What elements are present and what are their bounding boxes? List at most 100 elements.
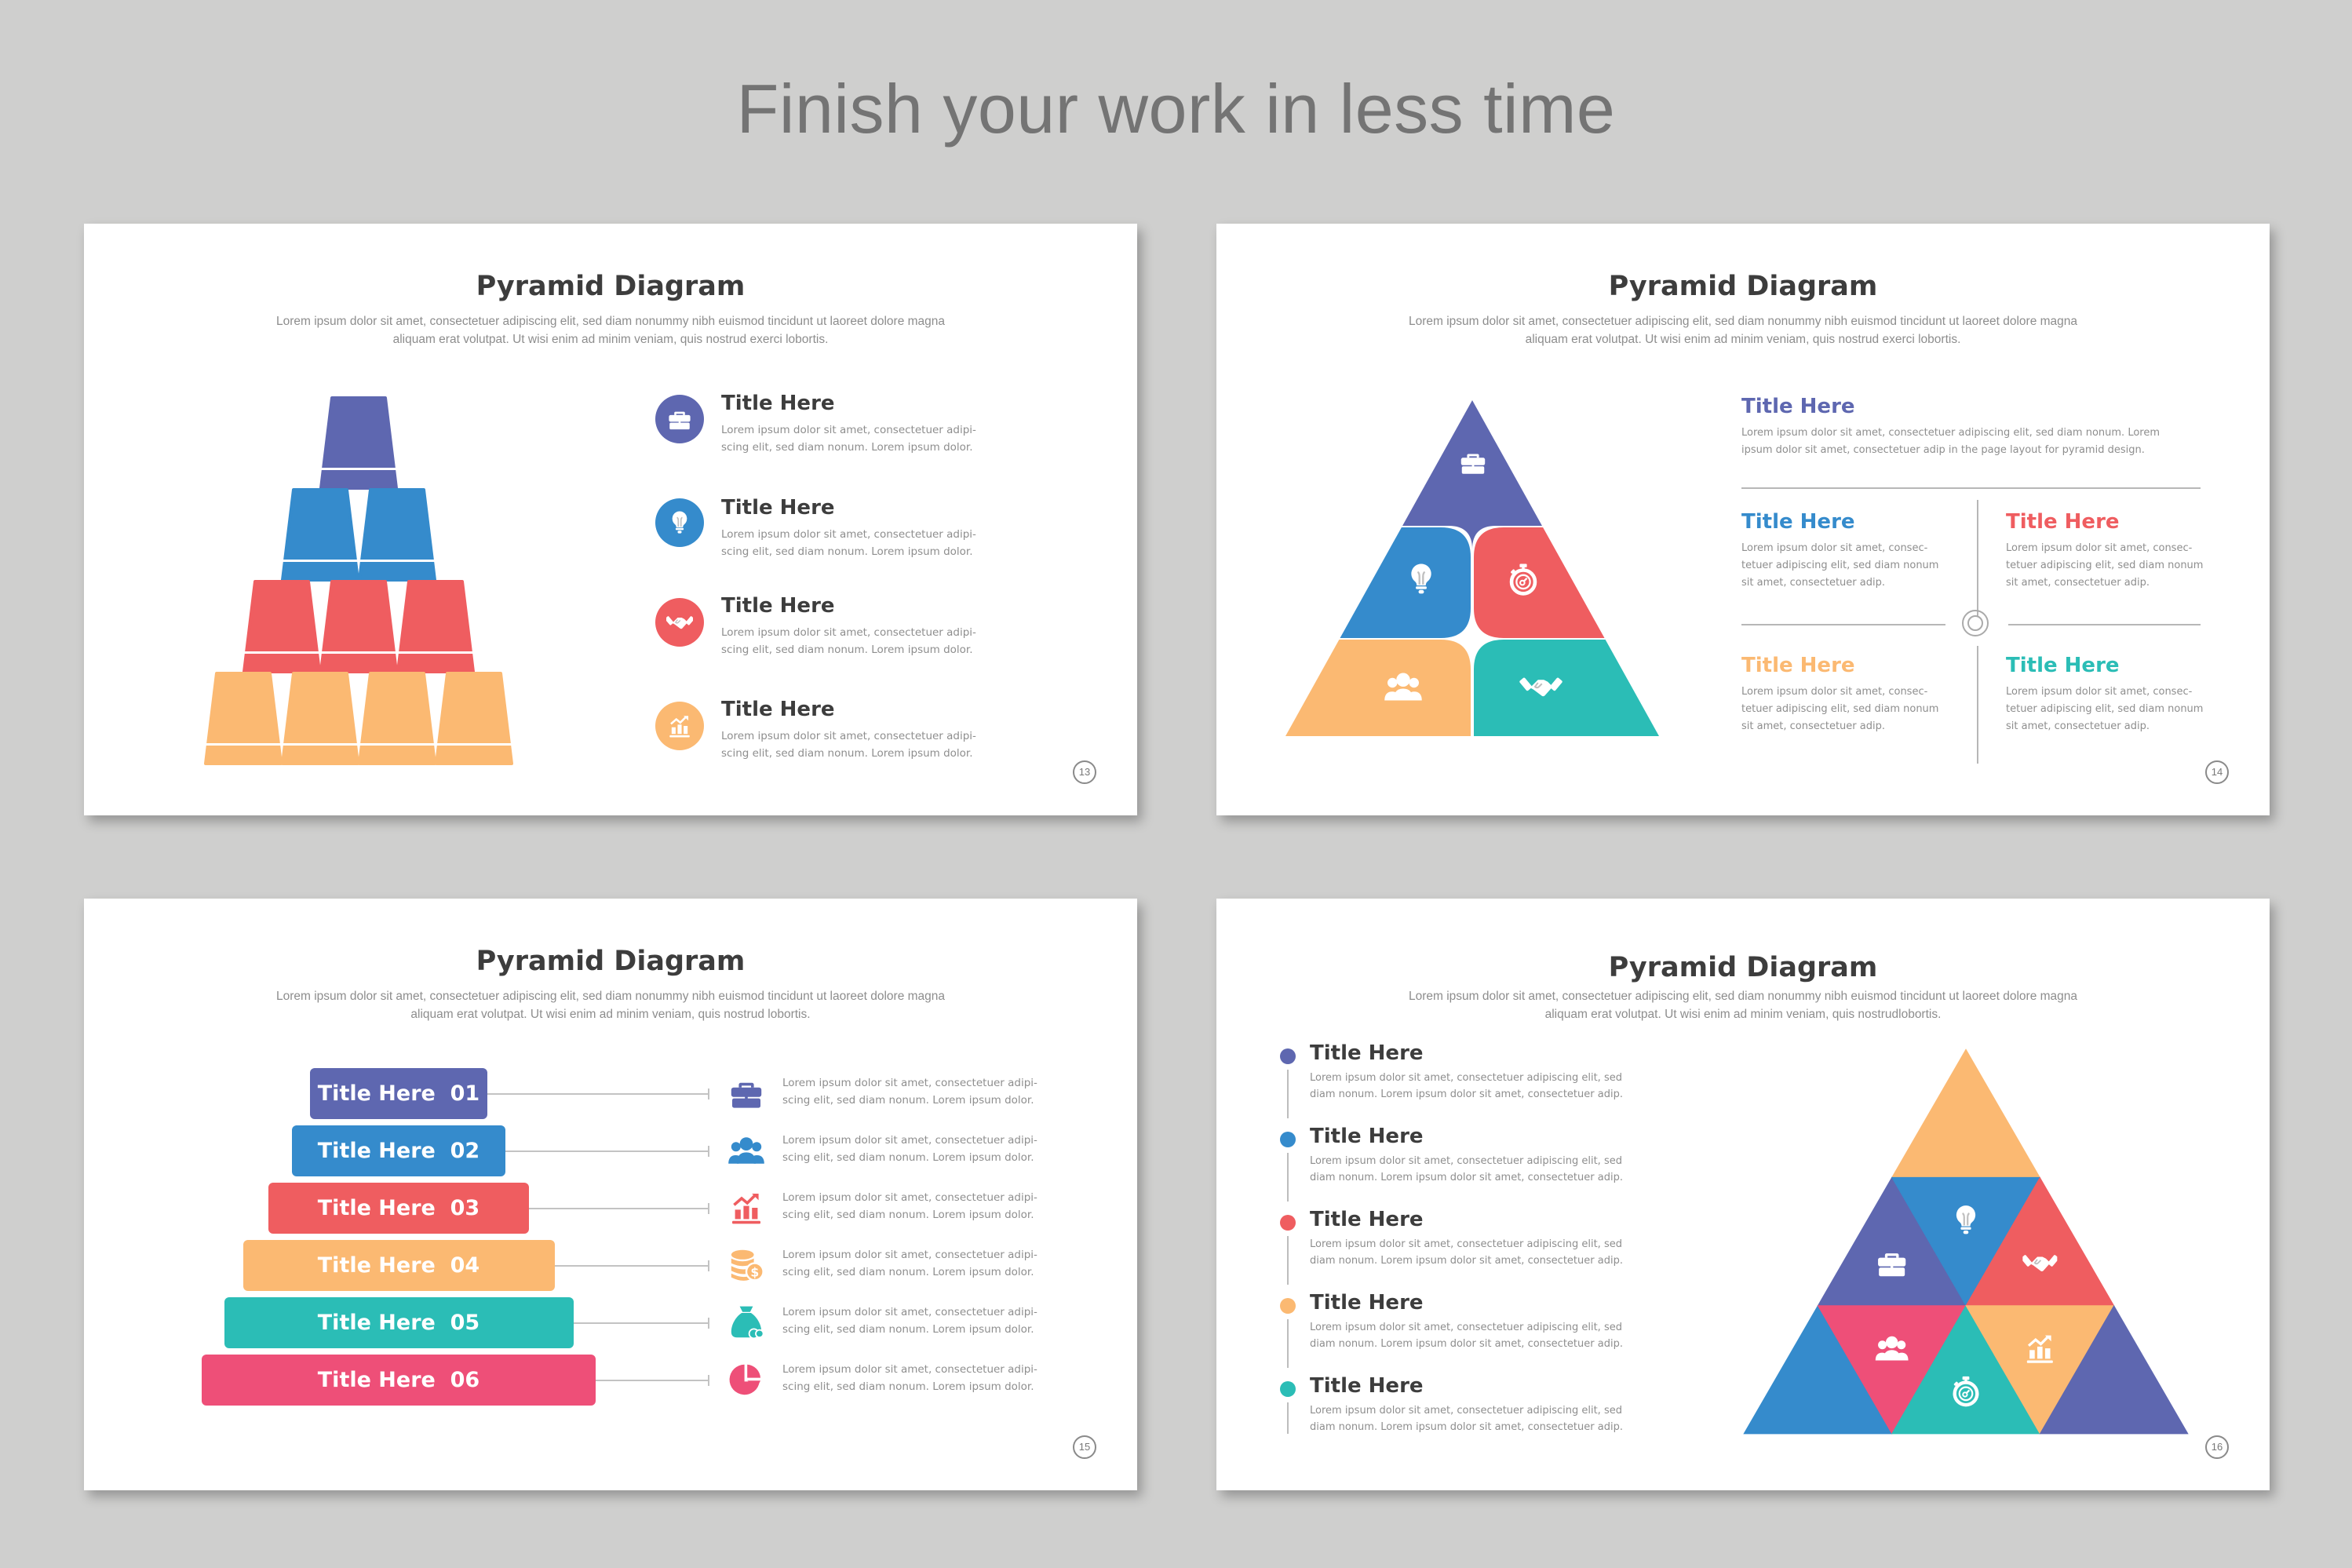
top-item-title: Title Here <box>1741 395 1855 418</box>
connector-end <box>708 1375 709 1386</box>
grid-item-title: Title Here <box>1741 654 1855 677</box>
grid-item-text: Lorem ipsum dolor sit amet, consec-tetue… <box>2006 686 2204 732</box>
slide-subtitle: Lorem ipsum dolor sit amet, consectetuer… <box>1408 315 2078 346</box>
connector-end <box>708 1146 709 1157</box>
slide-title: Pyramid Diagram <box>476 271 746 302</box>
item-text: Lorem ipsum dolor sit amet, consectetuer… <box>721 730 976 760</box>
grid-item-title: Title Here <box>2006 510 2120 534</box>
level-label: Title Here 02 <box>317 1139 480 1163</box>
timeline-title: Title Here <box>1310 1208 1424 1231</box>
connector-line <box>505 1150 708 1152</box>
cup <box>319 396 398 490</box>
money-bag-icon <box>726 1304 767 1341</box>
top-item-text: Lorem ipsum dolor sit amet, consectetuer… <box>1741 427 2161 456</box>
mosaic-triangle <box>1891 1048 2041 1178</box>
pyramid-segment-middle-left <box>1285 527 1471 638</box>
coins-icon <box>726 1246 767 1284</box>
pyramid-segment-middle-right <box>1474 527 1659 638</box>
segmented-pyramid <box>1285 400 1659 736</box>
center-ring <box>1962 610 1989 636</box>
page-headline: Finish your work in less time <box>736 70 1616 148</box>
timeline-connector <box>1287 1070 1289 1118</box>
level-label: Title Here 04 <box>317 1253 480 1278</box>
connector-end <box>708 1318 709 1329</box>
page-number: 15 <box>1073 1435 1096 1459</box>
item-title: Title Here <box>721 594 835 618</box>
slide-13-cups-pyramid: Pyramid Diagram Lorem ipsum dolor sit am… <box>84 224 1137 815</box>
cups-pyramid <box>204 396 513 765</box>
slide-title: Pyramid Diagram <box>1608 952 1878 983</box>
cup <box>242 580 321 673</box>
lightbulb-icon <box>666 509 693 536</box>
page-number: 13 <box>1073 760 1096 784</box>
timeline-connector <box>1287 1236 1289 1285</box>
timeline-dot <box>1280 1215 1296 1231</box>
level-bar: Title Here 05 <box>224 1297 574 1348</box>
level-bar: Title Here 02 <box>292 1125 505 1176</box>
team-icon <box>726 1132 767 1169</box>
item-title: Title Here <box>721 496 835 520</box>
slide-title: Pyramid Diagram <box>476 946 746 977</box>
level-text: Lorem ipsum dolor sit amet, consectetuer… <box>782 1306 1037 1336</box>
level-text: Lorem ipsum dolor sit amet, consectetuer… <box>782 1249 1037 1278</box>
divider-horizontal <box>1741 487 2201 489</box>
pyramid-segment-bottom-right <box>1474 640 1659 736</box>
timeline-text: Lorem ipsum dolor sit amet, consectetuer… <box>1310 1238 1623 1267</box>
timeline-title: Title Here <box>1310 1125 1424 1148</box>
timeline-connector <box>1287 1319 1289 1368</box>
connector-line <box>596 1380 708 1381</box>
page-number: 16 <box>2205 1435 2229 1459</box>
slide-14-quad-pyramid: Pyramid Diagram Lorem ipsum dolor sit am… <box>1216 224 2270 815</box>
connector-end <box>708 1088 709 1099</box>
slide-15-stacked-levels: Pyramid Diagram Lorem ipsum dolor sit am… <box>84 899 1137 1490</box>
grid-item-title: Title Here <box>1741 510 1855 534</box>
timeline-text: Lorem ipsum dolor sit amet, consectetuer… <box>1310 1405 1623 1433</box>
timeline-dot <box>1280 1381 1296 1397</box>
slide-16-triangle-mosaic: Pyramid Diagram Lorem ipsum dolor sit am… <box>1216 899 2270 1490</box>
briefcase-icon <box>666 406 693 432</box>
item-text: Lorem ipsum dolor sit amet, consectetuer… <box>721 424 976 454</box>
divider-vertical <box>1977 500 1978 616</box>
timeline-title: Title Here <box>1310 1041 1424 1065</box>
connector-end <box>708 1260 709 1271</box>
cup <box>358 488 436 582</box>
cup <box>281 672 359 765</box>
slide-subtitle: Lorem ipsum dolor sit amet, consectetuer… <box>1408 990 2078 1021</box>
level-text: Lorem ipsum dolor sit amet, consectetuer… <box>782 1077 1037 1107</box>
timeline-title: Title Here <box>1310 1374 1424 1398</box>
grid-item-title: Title Here <box>2006 654 2120 677</box>
item-icon-circle <box>655 395 704 443</box>
item-icon-circle <box>655 598 704 647</box>
slide-subtitle: Lorem ipsum dolor sit amet, consectetuer… <box>275 990 946 1021</box>
level-bar: Title Here 03 <box>268 1183 529 1234</box>
handshake-icon <box>666 609 693 636</box>
briefcase-icon <box>726 1074 767 1112</box>
timeline-connector <box>1287 1402 1289 1434</box>
connector-line <box>487 1093 708 1095</box>
cup <box>435 672 513 765</box>
timeline-text: Lorem ipsum dolor sit amet, consectetuer… <box>1310 1072 1623 1100</box>
divider-horizontal <box>2008 624 2201 625</box>
timeline-text: Lorem ipsum dolor sit amet, consectetuer… <box>1310 1322 1623 1350</box>
level-text: Lorem ipsum dolor sit amet, consectetuer… <box>782 1191 1037 1221</box>
timeline-dot <box>1280 1132 1296 1147</box>
level-label: Title Here 06 <box>317 1368 480 1392</box>
grid-item-text: Lorem ipsum dolor sit amet, consec-tetue… <box>1741 542 1939 589</box>
level-label: Title Here 05 <box>317 1311 480 1335</box>
timeline-connector <box>1287 1153 1289 1202</box>
divider-horizontal <box>1741 624 1945 625</box>
item-text: Lorem ipsum dolor sit amet, consectetuer… <box>721 626 976 656</box>
cup <box>358 672 436 765</box>
connector-line <box>554 1265 708 1267</box>
grid-item-text: Lorem ipsum dolor sit amet, consec-tetue… <box>2006 542 2204 589</box>
timeline-dot <box>1280 1298 1296 1314</box>
item-icon-circle <box>655 498 704 547</box>
slide-subtitle: Lorem ipsum dolor sit amet, consectetuer… <box>275 315 946 346</box>
pie-chart-icon <box>726 1361 767 1398</box>
cup <box>319 580 398 673</box>
connector-line <box>529 1208 708 1209</box>
level-text: Lorem ipsum dolor sit amet, consectetuer… <box>782 1134 1037 1164</box>
growth-chart-icon <box>726 1189 767 1227</box>
level-bar: Title Here 01 <box>310 1068 487 1119</box>
level-bar: Title Here 06 <box>202 1355 596 1406</box>
